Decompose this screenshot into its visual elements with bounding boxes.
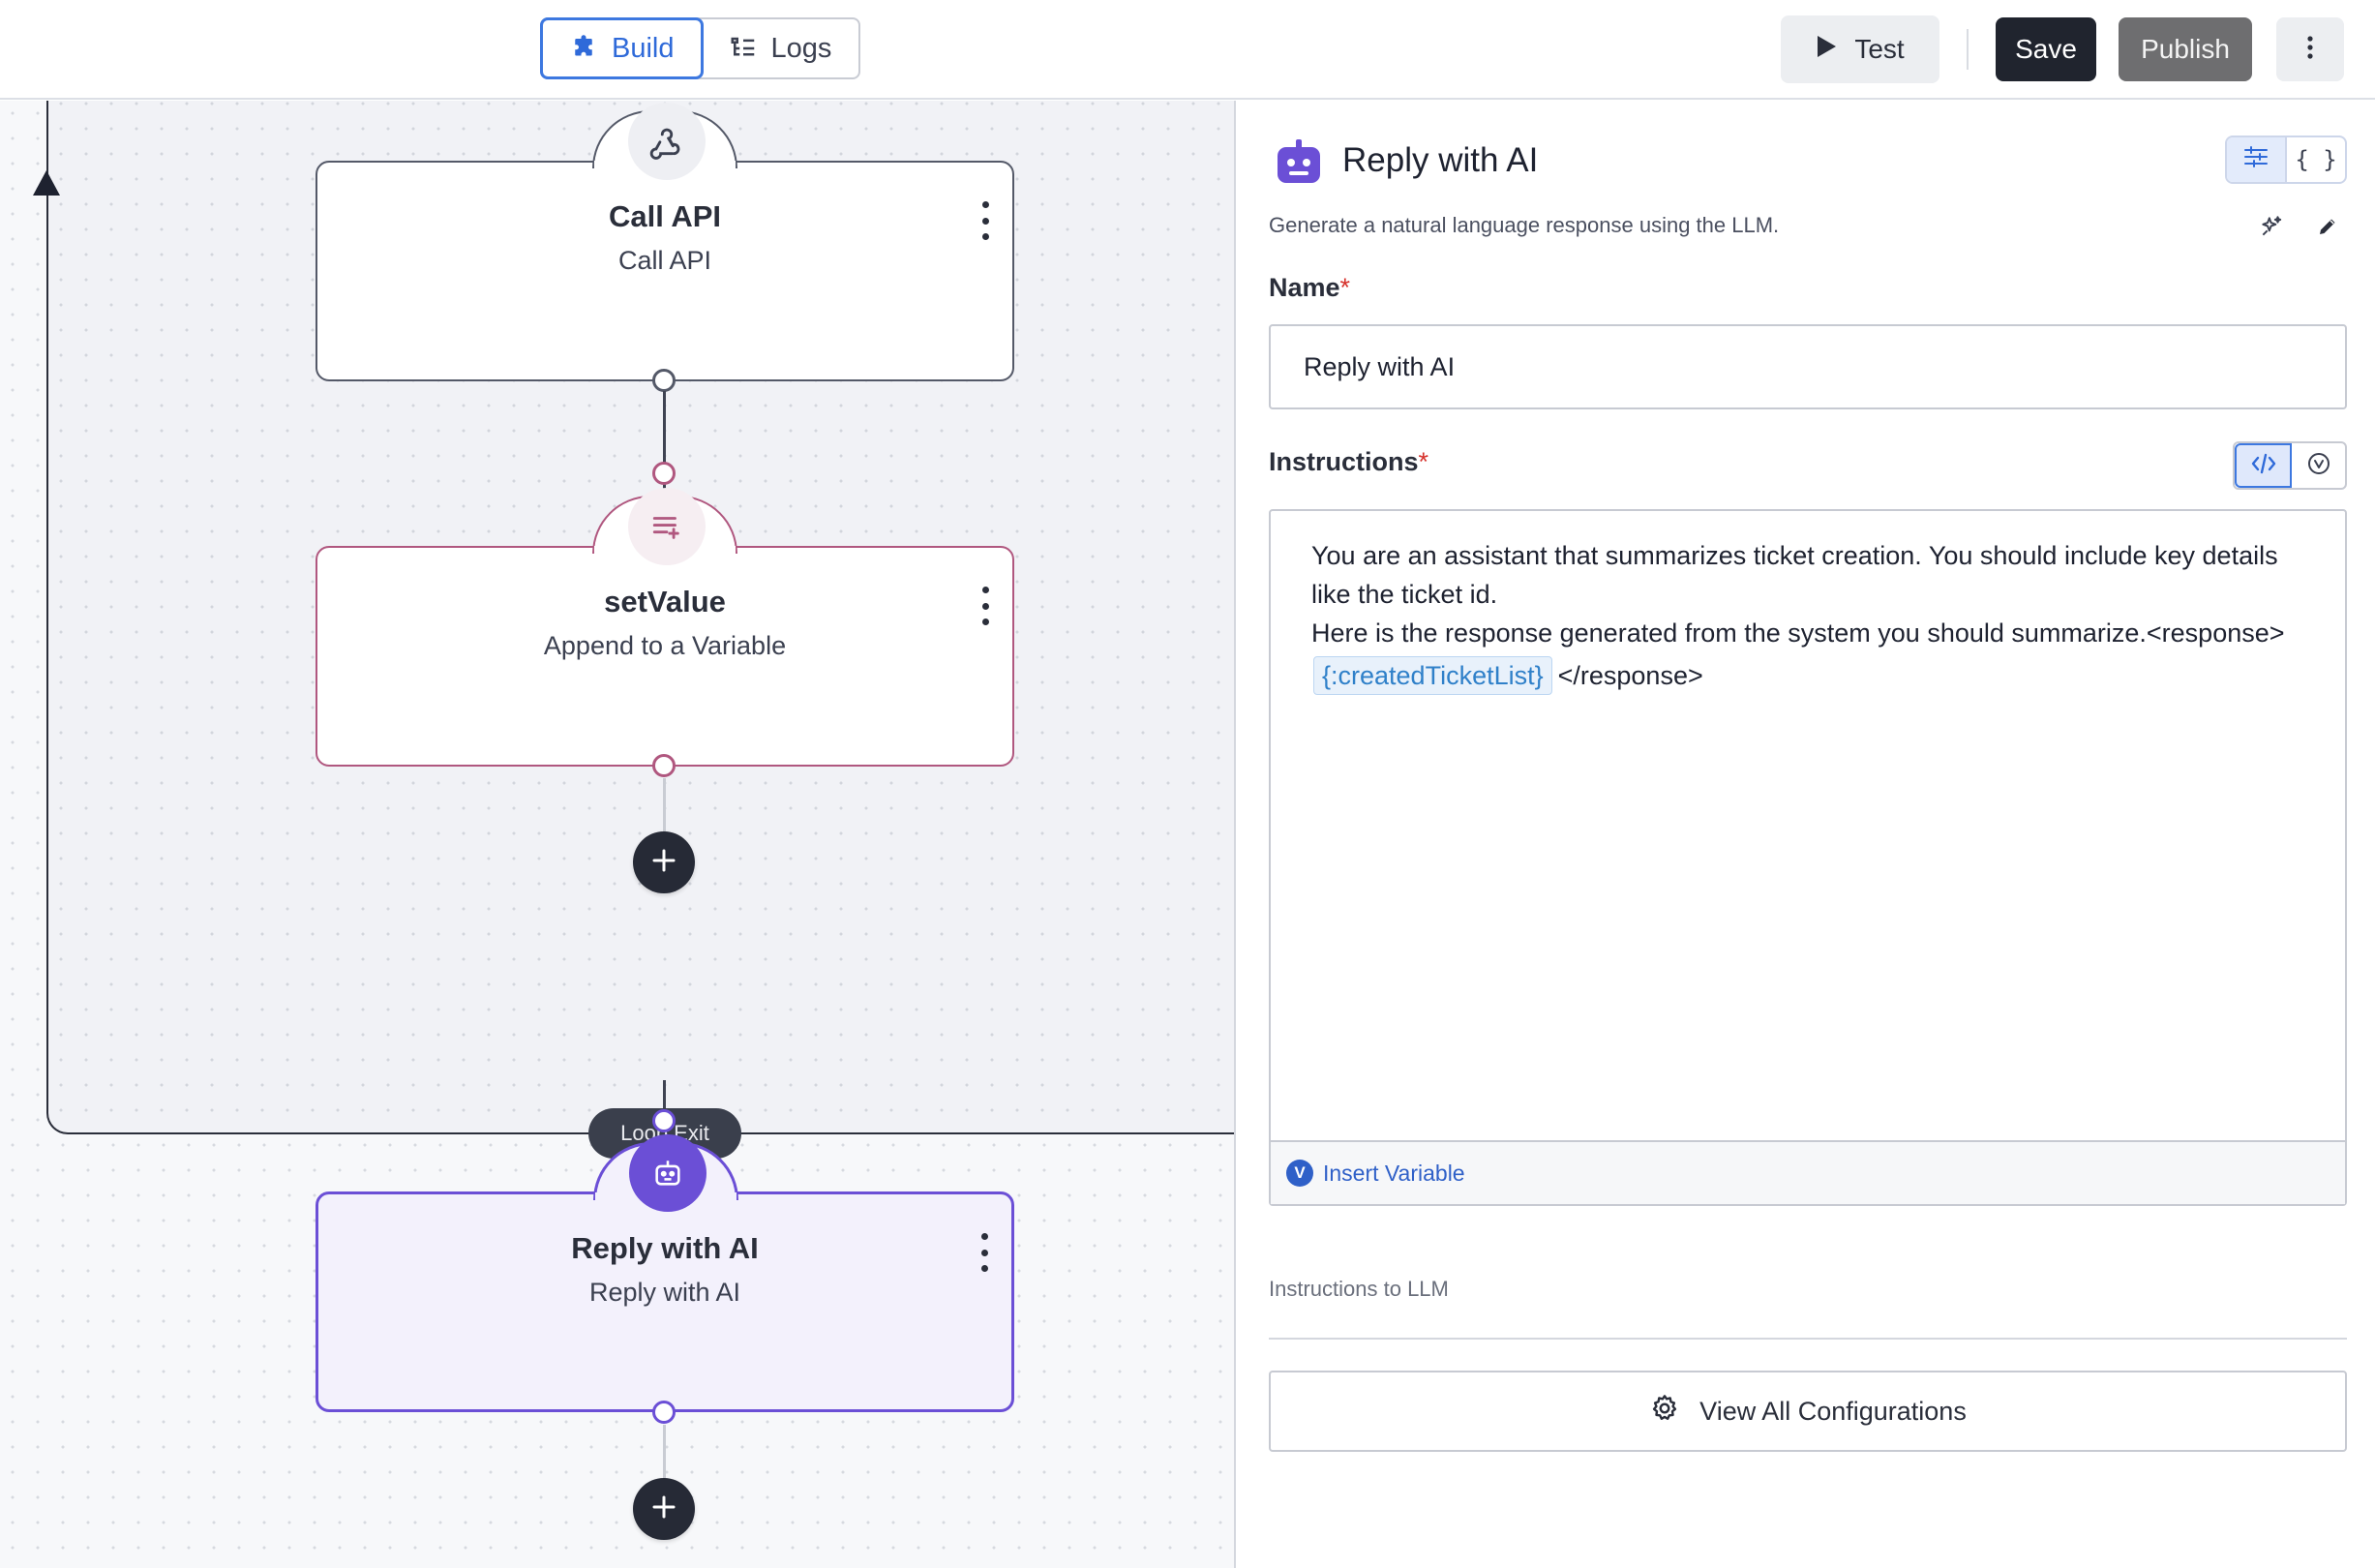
node-subtitle: Append to a Variable xyxy=(543,631,787,660)
node-menu-icon[interactable] xyxy=(976,587,995,625)
tab-logs[interactable]: Logs xyxy=(702,19,859,77)
connector-edge xyxy=(663,1425,666,1483)
save-button[interactable]: Save xyxy=(1996,17,2096,81)
output-port[interactable] xyxy=(652,1401,676,1424)
editor-mode-toggle xyxy=(2233,441,2347,490)
more-vertical-icon xyxy=(2306,35,2314,65)
puzzle-icon xyxy=(569,34,598,63)
input-port[interactable] xyxy=(652,1109,676,1132)
toolbar-divider xyxy=(1967,29,1969,70)
sliders-icon xyxy=(2243,145,2269,174)
json-view-button[interactable]: { } xyxy=(2287,137,2345,182)
node-title: Call API xyxy=(609,199,721,233)
properties-panel: Reply with AI { } Generate a natural lan… xyxy=(1234,101,2375,1568)
plus-icon xyxy=(651,1494,676,1524)
robot-icon xyxy=(629,1134,706,1212)
variable-icon: V xyxy=(1286,1160,1313,1187)
top-toolbar: Build Logs Test Save Publish xyxy=(0,0,2375,100)
tab-build[interactable]: Build xyxy=(540,17,704,79)
output-port[interactable] xyxy=(652,754,676,777)
connector-edge xyxy=(663,778,666,836)
robot-icon xyxy=(1275,137,1323,186)
plus-icon xyxy=(651,848,676,878)
instructions-label: Instructions* xyxy=(1269,447,1429,476)
test-button-label: Test xyxy=(1854,34,1905,64)
list-plus-icon xyxy=(628,488,706,565)
webhook-icon xyxy=(628,103,706,180)
node-menu-icon[interactable] xyxy=(975,1233,994,1272)
variable-mode-button[interactable] xyxy=(2292,443,2345,488)
flow-canvas[interactable]: Call API Call API setValue Append to a V… xyxy=(0,101,1234,1568)
add-step-button[interactable] xyxy=(633,831,695,893)
node-menu-icon[interactable] xyxy=(976,201,995,240)
add-step-button[interactable] xyxy=(633,1478,695,1540)
form-view-button[interactable] xyxy=(2227,137,2287,182)
pencil-icon[interactable] xyxy=(2310,209,2345,244)
panel-description: Generate a natural language response usi… xyxy=(1269,213,1780,237)
list-tree-icon xyxy=(729,34,758,63)
node-title: Reply with AI xyxy=(571,1231,759,1265)
variable-circle-icon xyxy=(2306,451,2331,481)
more-options-button[interactable] xyxy=(2276,17,2344,81)
view-all-label: View All Configurations xyxy=(1699,1396,1967,1426)
instructions-editor[interactable]: You are an assistant that summarizes tic… xyxy=(1269,509,2347,1206)
node-subtitle: Call API xyxy=(617,246,712,275)
instructions-text[interactable]: You are an assistant that summarizes tic… xyxy=(1311,536,2289,695)
tab-logs-label: Logs xyxy=(770,32,832,64)
node-title: setValue xyxy=(604,585,726,618)
mode-tabs: Build Logs xyxy=(540,17,861,79)
section-divider xyxy=(1269,1338,2347,1340)
instructions-hint: Instructions to LLM xyxy=(1269,1277,1449,1301)
node-subtitle: Reply with AI xyxy=(588,1278,741,1307)
play-icon xyxy=(1816,34,1837,65)
insert-variable-button[interactable]: V Insert Variable xyxy=(1271,1140,2345,1204)
code-icon xyxy=(2251,453,2276,479)
gear-icon xyxy=(1649,1393,1680,1431)
node-set-value[interactable]: setValue Append to a Variable xyxy=(316,488,1014,767)
test-button[interactable]: Test xyxy=(1781,15,1939,83)
sparkle-icon[interactable] xyxy=(2254,209,2289,244)
insert-variable-label: Insert Variable xyxy=(1323,1160,1465,1186)
panel-title: Reply with AI xyxy=(1342,141,1539,179)
node-call-api[interactable]: Call API Call API xyxy=(316,103,1014,381)
publish-button[interactable]: Publish xyxy=(2119,17,2252,81)
variable-chip[interactable]: {:createdTicketList} xyxy=(1313,656,1552,695)
code-mode-button[interactable] xyxy=(2235,443,2292,488)
name-input[interactable] xyxy=(1269,324,2347,409)
view-all-configurations-button[interactable]: View All Configurations xyxy=(1269,1371,2347,1452)
output-port[interactable] xyxy=(652,369,676,392)
name-label: Name* xyxy=(1269,273,1351,302)
node-reply-with-ai[interactable]: Reply with AI Reply with AI xyxy=(316,1134,1014,1412)
loop-arrow-icon xyxy=(33,170,60,196)
input-port[interactable] xyxy=(652,462,676,485)
tab-build-label: Build xyxy=(612,32,675,64)
view-mode-toggle: { } xyxy=(2225,136,2347,184)
